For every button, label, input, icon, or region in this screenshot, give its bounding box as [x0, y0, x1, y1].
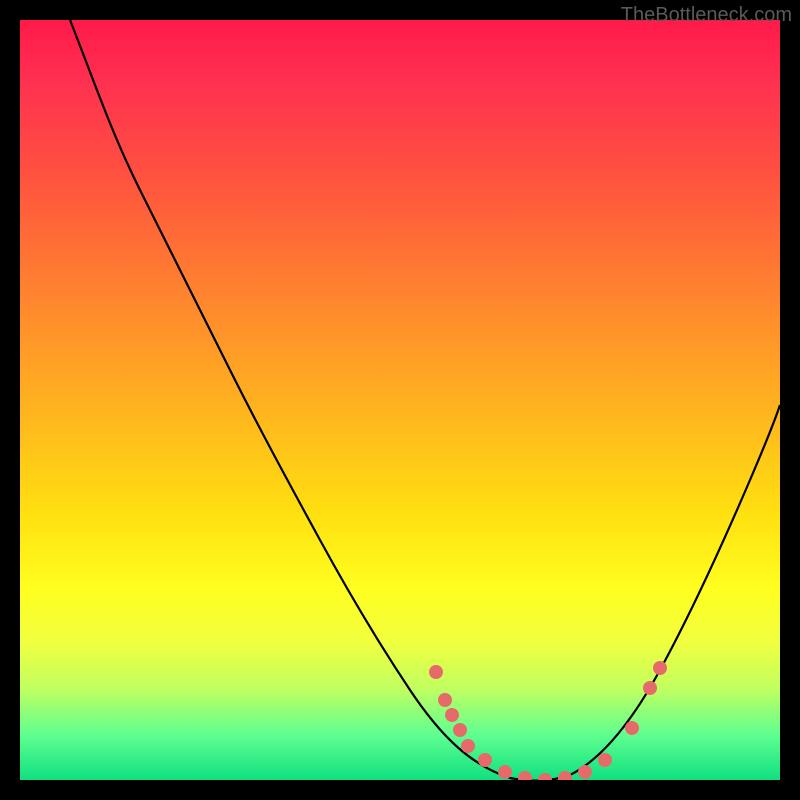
data-point: [438, 693, 452, 707]
data-point: [625, 721, 639, 735]
data-points: [429, 661, 667, 780]
data-point: [643, 681, 657, 695]
data-point: [518, 771, 532, 780]
data-point: [453, 723, 467, 737]
data-point: [498, 765, 512, 779]
plot-area: [20, 20, 780, 780]
data-point: [445, 708, 459, 722]
data-point: [538, 773, 552, 780]
chart-svg: [20, 20, 780, 780]
data-point: [478, 753, 492, 767]
chart-container: TheBottleneck.com: [0, 0, 800, 800]
data-point: [558, 771, 572, 780]
data-point: [653, 661, 667, 675]
data-point: [429, 665, 443, 679]
data-point: [578, 765, 592, 779]
data-point: [598, 753, 612, 767]
data-point: [461, 739, 475, 753]
watermark-text: TheBottleneck.com: [621, 4, 792, 27]
curve-path: [70, 20, 780, 780]
